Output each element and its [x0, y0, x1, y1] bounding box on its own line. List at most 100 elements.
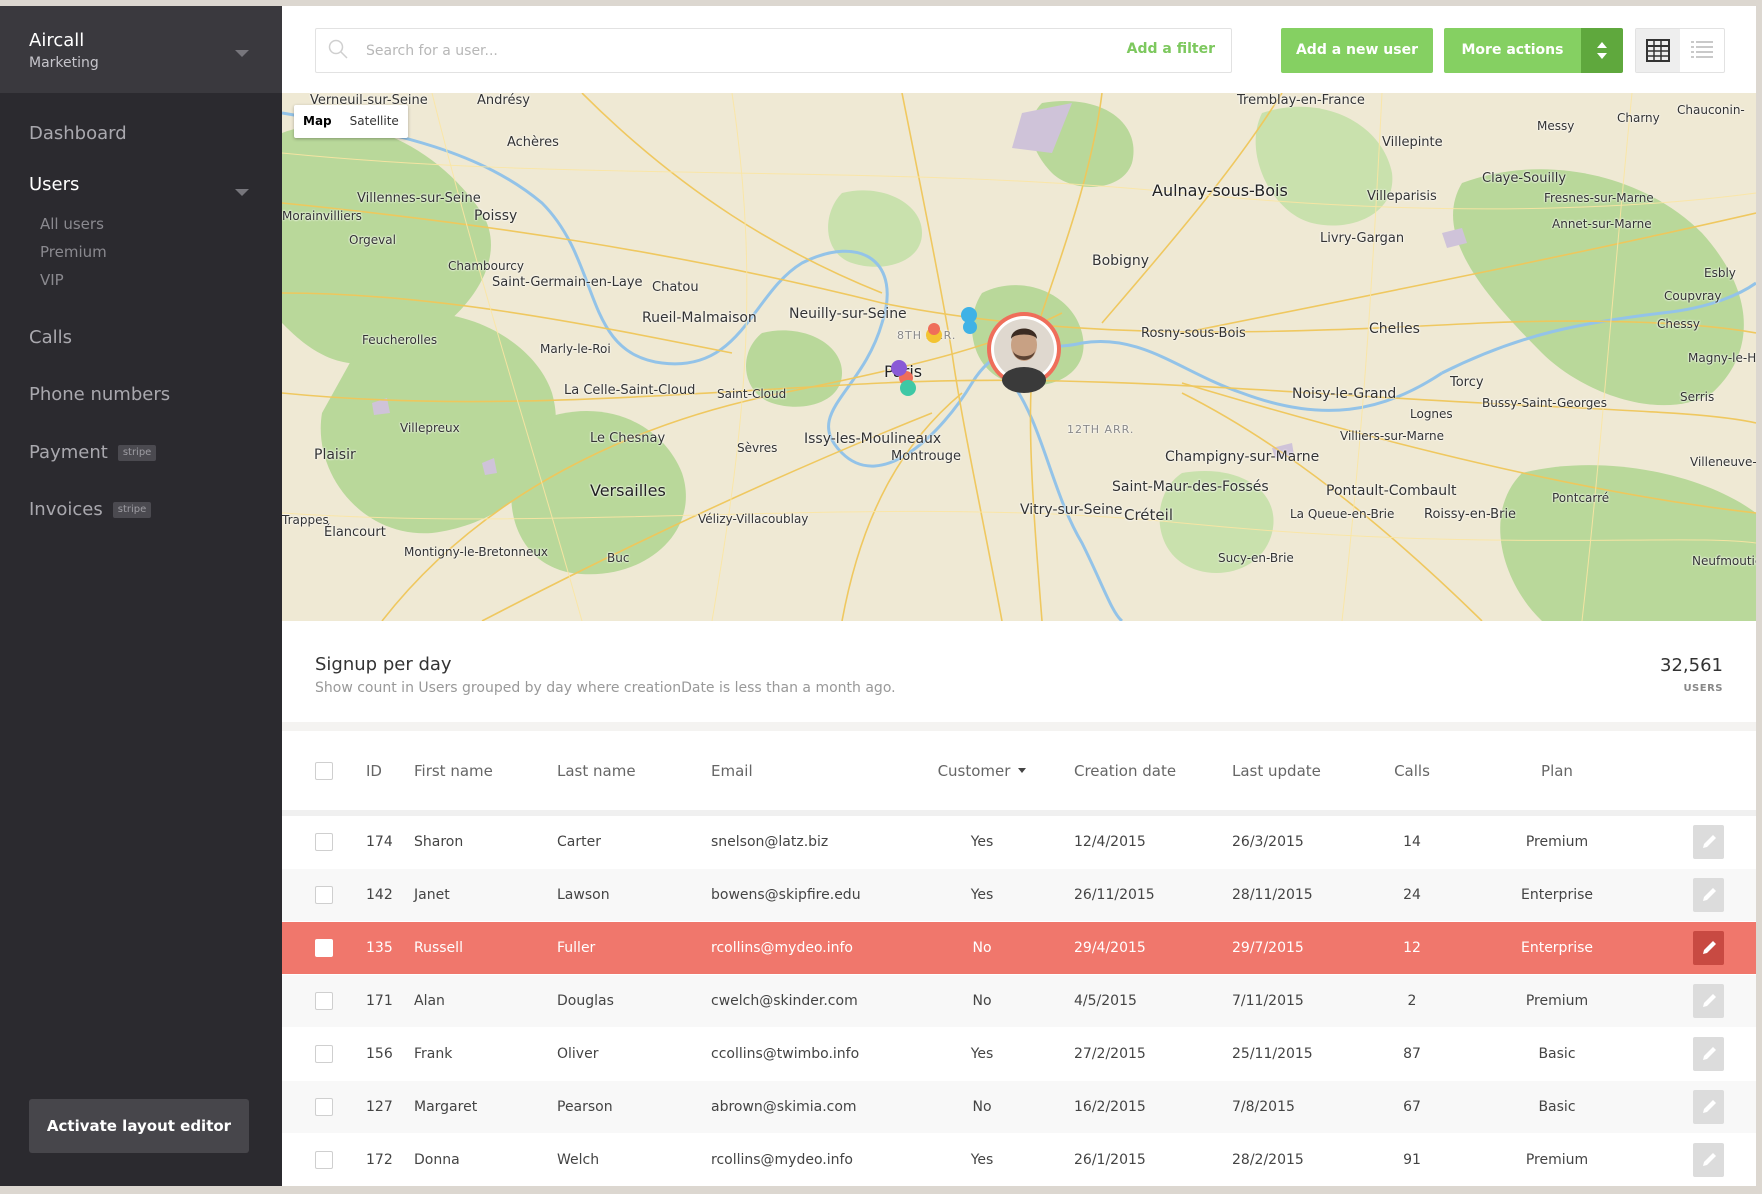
pencil-icon [1703, 1100, 1716, 1113]
row-checkbox[interactable] [315, 1151, 333, 1169]
edit-button[interactable] [1693, 825, 1724, 859]
column-header-creation-date[interactable]: Creation date [1074, 731, 1176, 810]
column-header-first-name[interactable]: First name [414, 731, 493, 810]
row-creation-date: 4/5/2015 [1074, 993, 1137, 1009]
sidebar-item-users[interactable]: Users [29, 174, 79, 196]
sidebar-item-payment[interactable]: Payment stripe [29, 442, 157, 464]
row-plan: Enterprise [1520, 887, 1594, 903]
row-id: 142 [366, 887, 393, 903]
row-calls: 2 [1407, 993, 1417, 1009]
column-header-calls[interactable]: Calls [1372, 731, 1452, 810]
add-filter-link[interactable]: Add a filter [1127, 41, 1215, 57]
edit-button[interactable] [1693, 1143, 1724, 1177]
sort-down-icon [1018, 768, 1027, 773]
search-box[interactable]: Add a filter [315, 28, 1232, 73]
sidebar-item-calls[interactable]: Calls [29, 327, 72, 349]
more-actions-toggle[interactable] [1581, 28, 1623, 73]
list-view-icon [1691, 41, 1713, 58]
row-last-update: 29/7/2015 [1232, 940, 1304, 956]
sidebar-subitem-all-users[interactable]: All users [40, 215, 104, 233]
stats-title: Signup per day [315, 654, 452, 675]
app-name: Aircall [29, 30, 85, 51]
row-last-name: Fuller [557, 940, 596, 956]
sidebar-item-dashboard[interactable]: Dashboard [29, 123, 127, 145]
map[interactable]: Map Satellite Verneuil-sur-Seine Andrésy… [282, 93, 1756, 621]
table-row[interactable]: 135 Russell Fuller rcollins@mydeo.info No 29/… [282, 922, 1756, 974]
chevron-down-icon[interactable] [235, 189, 249, 196]
row-plan: Premium [1525, 993, 1589, 1009]
row-checkbox[interactable] [315, 1098, 333, 1116]
row-creation-date: 12/4/2015 [1074, 834, 1146, 850]
map-markers [891, 307, 1061, 396]
edit-button[interactable] [1693, 1037, 1724, 1071]
search-icon [328, 39, 348, 59]
column-header-plan[interactable]: Plan [1482, 731, 1632, 810]
row-creation-date: 26/1/2015 [1074, 1152, 1146, 1168]
table-row[interactable]: 172 Donna Welch rcollins@mydeo.info Yes 26/1/… [282, 1134, 1756, 1186]
row-plan: Enterprise [1520, 940, 1594, 956]
map-pin-red[interactable] [899, 323, 940, 385]
workspace-name: Marketing [29, 55, 99, 71]
row-id: 174 [366, 834, 393, 850]
row-checkbox[interactable] [315, 833, 333, 851]
table-row[interactable]: 156 Frank Oliver ccollins@twimbo.info Yes 27/… [282, 1028, 1756, 1080]
row-first-name: Alan [414, 993, 445, 1009]
row-email: rcollins@mydeo.info [711, 1152, 853, 1168]
sidebar-subitem-vip[interactable]: VIP [40, 271, 64, 289]
row-plan: Basic [1538, 1046, 1576, 1062]
row-last-name: Oliver [557, 1046, 599, 1062]
view-switcher [1635, 28, 1725, 73]
row-checkbox[interactable] [315, 939, 333, 957]
sidebar-subitem-premium[interactable]: Premium [40, 243, 107, 261]
table-view-button[interactable] [1636, 29, 1680, 72]
column-header-email[interactable]: Email [711, 731, 753, 810]
select-all-checkbox[interactable] [315, 761, 333, 780]
row-customer: Yes [970, 1152, 994, 1168]
sidebar-item-invoices[interactable]: Invoices stripe [29, 499, 152, 521]
row-first-name: Donna [414, 1152, 460, 1168]
row-first-name: Margaret [414, 1099, 478, 1115]
sidebar-item-phone-numbers[interactable]: Phone numbers [29, 384, 170, 406]
row-checkbox[interactable] [315, 1045, 333, 1063]
table-row[interactable]: 174 Sharon Carter snelson@latz.biz Yes 12/4/2… [282, 816, 1756, 868]
row-customer: Yes [970, 1046, 994, 1062]
table-row[interactable]: 127 Margaret Pearson abrown@skimia.com No 16/… [282, 1081, 1756, 1133]
map-pin-blue[interactable] [961, 307, 977, 334]
list-view-button[interactable] [1680, 29, 1724, 72]
map-pin-purple[interactable] [891, 360, 907, 376]
stripe-badge: stripe [117, 445, 157, 461]
activate-layout-editor-button[interactable]: Activate layout editor [29, 1099, 249, 1153]
row-email: snelson@latz.biz [711, 834, 829, 850]
edit-button[interactable] [1693, 931, 1724, 965]
column-header-customer[interactable]: Customer [927, 731, 1037, 810]
row-id: 135 [366, 940, 393, 956]
row-plan: Premium [1525, 1152, 1589, 1168]
row-customer: No [972, 940, 992, 956]
row-checkbox[interactable] [315, 992, 333, 1010]
column-header-id[interactable]: ID [366, 731, 382, 810]
edit-button[interactable] [1693, 878, 1724, 912]
column-header-last-name[interactable]: Last name [557, 731, 636, 810]
stats-description: Show count in Users grouped by day where… [315, 680, 896, 696]
table-row[interactable]: 171 Alan Douglas cwelch@skinder.com No 4/5/20… [282, 975, 1756, 1027]
map-pin-teal[interactable] [900, 380, 916, 396]
chevron-down-icon[interactable] [235, 50, 249, 57]
user-avatar-marker[interactable] [987, 312, 1061, 393]
column-header-last-update[interactable]: Last update [1232, 731, 1321, 810]
workspace-switcher[interactable]: Aircall Marketing [0, 6, 282, 93]
row-email: bowens@skipfire.edu [711, 887, 861, 903]
more-actions-button[interactable]: More actions [1444, 28, 1581, 73]
signup-stats-card: Signup per day Show count in Users group… [282, 621, 1756, 722]
main-content: Add a filter Add a new user More actions [282, 6, 1756, 1186]
row-calls: 67 [1403, 1099, 1421, 1115]
row-plan: Premium [1525, 834, 1589, 850]
row-creation-date: 16/2/2015 [1074, 1099, 1146, 1115]
row-id: 156 [366, 1046, 393, 1062]
add-user-button[interactable]: Add a new user [1281, 28, 1433, 73]
table-row[interactable]: 142 Janet Lawson bowens@skipfire.edu Yes 26/1… [282, 869, 1756, 921]
edit-button[interactable] [1693, 984, 1724, 1018]
row-calls: 14 [1403, 834, 1421, 850]
search-input[interactable] [366, 29, 1106, 72]
edit-button[interactable] [1693, 1090, 1724, 1124]
row-checkbox[interactable] [315, 886, 333, 904]
